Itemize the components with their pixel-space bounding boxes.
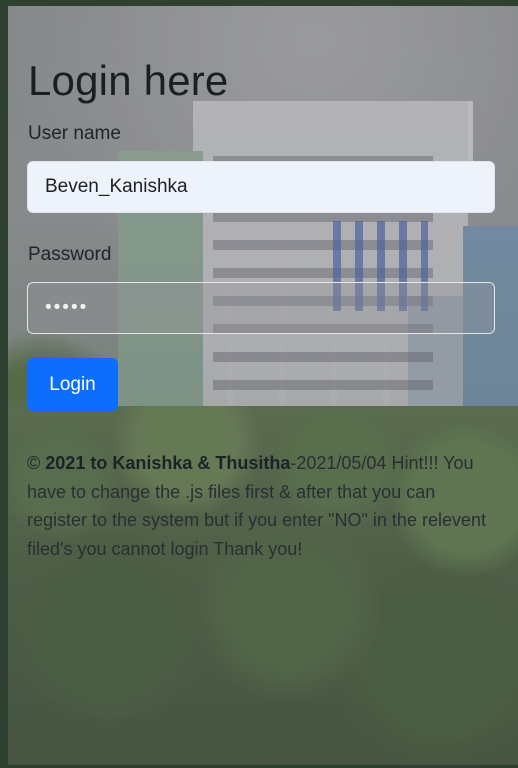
login-button[interactable]: Login [27, 358, 118, 411]
password-label: Password [28, 244, 112, 265]
footer-text: © 2021 to Kanishka & Thusitha-2021/05/04… [27, 449, 497, 563]
username-label: User name [28, 123, 121, 144]
page-title: Login here [28, 57, 229, 104]
copyright-symbol: © [27, 453, 41, 473]
copyright-holders: 2021 to Kanishka & Thusitha [45, 453, 291, 473]
username-input[interactable] [27, 161, 495, 213]
password-input[interactable] [27, 282, 495, 334]
copyright-date: -2021/05/04 [290, 453, 387, 473]
